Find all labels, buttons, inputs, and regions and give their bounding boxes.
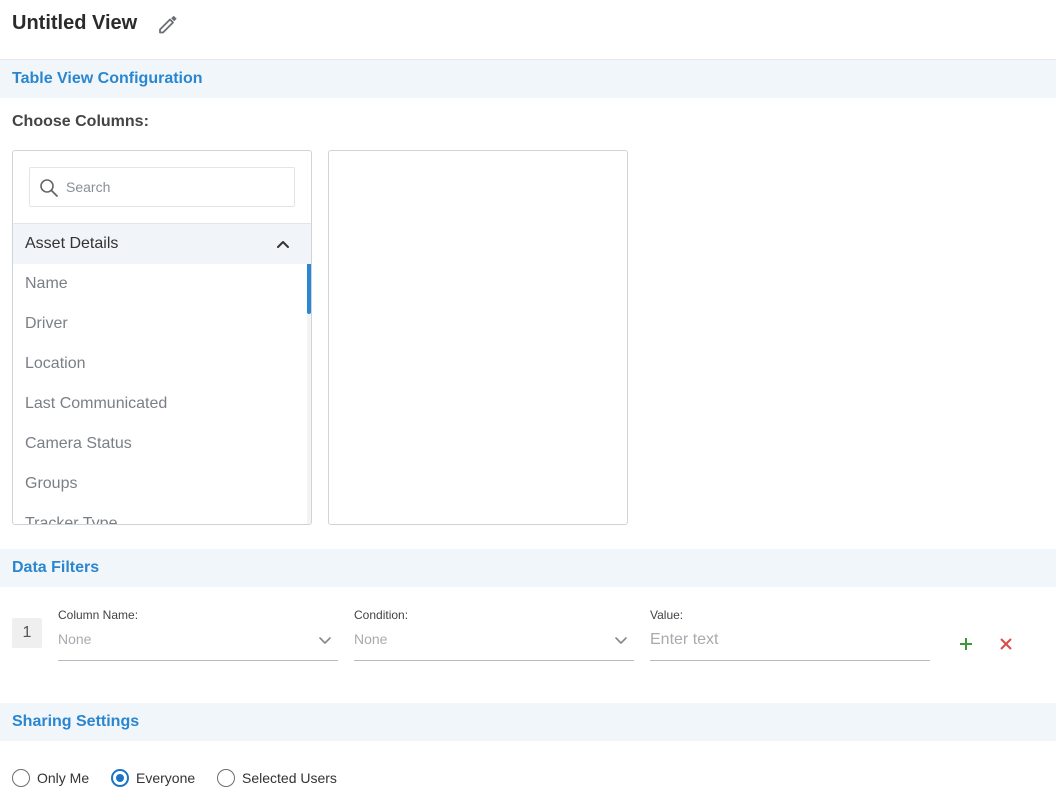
pencil-icon[interactable] bbox=[156, 12, 180, 36]
add-filter-button[interactable] bbox=[956, 634, 976, 654]
value-input[interactable] bbox=[650, 628, 920, 652]
column-search bbox=[29, 167, 295, 207]
radio-label: Only Me bbox=[37, 770, 90, 786]
list-item[interactable]: Groups bbox=[13, 464, 311, 504]
chevron-down-icon[interactable] bbox=[614, 633, 628, 647]
group-label: Asset Details bbox=[25, 235, 119, 252]
selected-columns-panel[interactable] bbox=[328, 150, 628, 525]
column-name-select[interactable]: Column Name: None bbox=[58, 608, 338, 661]
radio-label: Everyone bbox=[136, 770, 196, 786]
chevron-up-icon[interactable] bbox=[275, 236, 291, 252]
search-icon bbox=[39, 178, 59, 198]
list-item-label: Camera Status bbox=[25, 435, 132, 452]
sharing-settings-header: Sharing Settings bbox=[0, 703, 1056, 741]
field-label: Condition: bbox=[354, 608, 409, 622]
table-config-header: Table View Configuration bbox=[0, 60, 1056, 98]
field-value: None bbox=[354, 631, 388, 647]
sharing-options: Only Me Everyone Selected Users bbox=[0, 766, 1056, 790]
radio-label: Selected Users bbox=[242, 770, 337, 786]
list-item[interactable]: Name bbox=[13, 264, 311, 304]
list-item[interactable]: Tracker Type bbox=[13, 504, 311, 525]
list-item-label: Last Communicated bbox=[25, 395, 168, 412]
remove-filter-button[interactable] bbox=[996, 634, 1016, 654]
list-item-label: Name bbox=[25, 275, 68, 292]
search-input[interactable] bbox=[66, 176, 286, 198]
list-item[interactable]: Location bbox=[13, 344, 311, 384]
list-item-label: Location bbox=[25, 355, 86, 372]
field-value: None bbox=[58, 631, 92, 647]
condition-select[interactable]: Condition: None bbox=[354, 608, 634, 661]
filter-row-number: 1 bbox=[12, 618, 42, 648]
page-header: Untitled View bbox=[0, 0, 1056, 60]
list-item-label: Driver bbox=[25, 315, 68, 332]
group-header-asset-details[interactable]: Asset Details bbox=[13, 224, 311, 264]
radio-circle[interactable] bbox=[12, 769, 30, 787]
filter-row: 1 Column Name: None Condition: None Valu… bbox=[0, 600, 1056, 670]
chevron-down-icon[interactable] bbox=[318, 633, 332, 647]
list-item-label: Groups bbox=[25, 475, 78, 492]
list-item[interactable]: Last Communicated bbox=[13, 384, 311, 424]
radio-circle[interactable] bbox=[217, 769, 235, 787]
section-title: Data Filters bbox=[12, 559, 100, 576]
radio-circle[interactable] bbox=[111, 769, 129, 787]
choose-columns-label: Choose Columns: bbox=[12, 113, 149, 130]
available-columns-panel: Asset Details Name Driver Location Last … bbox=[12, 150, 312, 525]
data-filters-header: Data Filters bbox=[0, 549, 1056, 587]
field-label: Value: bbox=[650, 608, 684, 622]
section-title: Table View Configuration bbox=[12, 70, 203, 87]
column-list: Asset Details Name Driver Location Last … bbox=[13, 223, 311, 525]
list-item[interactable]: Camera Status bbox=[13, 424, 311, 464]
value-field: Value: bbox=[650, 608, 930, 661]
page-title: Untitled View bbox=[12, 12, 138, 34]
field-label: Column Name: bbox=[58, 608, 139, 622]
list-item-label: Tracker Type bbox=[25, 515, 118, 525]
list-item[interactable]: Driver bbox=[13, 304, 311, 344]
section-title: Sharing Settings bbox=[12, 713, 140, 730]
